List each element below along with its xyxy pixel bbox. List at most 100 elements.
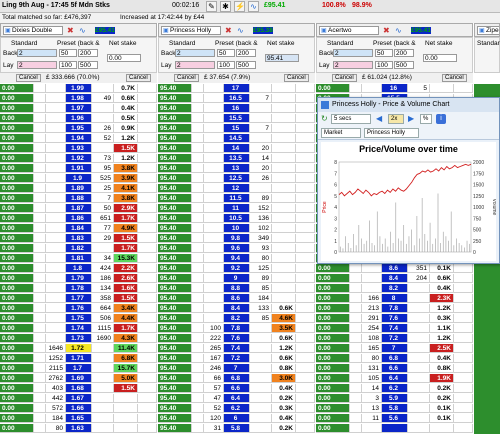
traded-volume-cell[interactable]: 0.1K [430, 414, 454, 423]
lay-volume-cell[interactable] [250, 324, 272, 333]
back-volume-cell[interactable] [204, 194, 224, 203]
ladder-row[interactable]: 0.00 1.91 95 3.8K [0, 164, 157, 173]
price-cell[interactable]: 6.6 [382, 364, 408, 373]
ladder-row[interactable]: 0.00 403 1.68 1.5K [0, 384, 157, 393]
pnl-cell[interactable]: 95.40 [158, 144, 192, 153]
traded-volume-cell[interactable]: 1.6K [114, 284, 138, 293]
lay-volume-cell[interactable]: 204 [408, 274, 430, 283]
ladder-row[interactable]: 95.40 9 89 [158, 274, 315, 283]
traded-volume-cell[interactable]: 3.8K [114, 164, 138, 173]
price-cell[interactable]: 7 [382, 344, 408, 353]
pnl-cell[interactable]: 95.40 [158, 154, 192, 163]
ladder-row[interactable]: 0.00 1.93 1.5K [0, 144, 157, 153]
ladder-row[interactable]: 0.00 105 6.4 1.9K [316, 374, 473, 383]
price-cell[interactable]: 12.5 [224, 174, 250, 183]
traded-volume-cell[interactable]: 1.2K [114, 154, 138, 163]
pnl-cell[interactable]: 0.00 [0, 284, 34, 293]
preset-b[interactable]: 200 [394, 49, 414, 57]
traded-volume-cell[interactable]: 2.9K [114, 204, 138, 213]
ladder-row[interactable]: 0.00 8.4 204 0.6K [316, 274, 473, 283]
traded-volume-cell[interactable]: 5.0K [114, 374, 138, 383]
back-volume-cell[interactable]: 572 [46, 404, 66, 413]
lay-volume-cell[interactable]: 14 [250, 154, 272, 163]
lay-volume-cell[interactable] [250, 84, 272, 93]
pnl-cell[interactable]: 0.00 [316, 354, 350, 363]
pnl-cell[interactable]: 95.40 [158, 304, 192, 313]
market-select[interactable]: Market [321, 128, 361, 138]
spacer-cell[interactable] [296, 234, 315, 243]
spacer-cell[interactable] [34, 144, 46, 153]
traded-volume-cell[interactable]: 1.5K [114, 384, 138, 393]
lay-volume-cell[interactable] [92, 404, 114, 413]
lay-volume-cell[interactable]: 34 [92, 254, 114, 263]
price-cell[interactable]: 1.7 [66, 364, 92, 373]
spacer-cell[interactable] [296, 164, 315, 173]
traded-volume-cell[interactable] [430, 84, 454, 93]
spacer-cell[interactable] [138, 204, 157, 213]
price-cell[interactable]: 1.95 [66, 124, 92, 133]
traded-volume-cell[interactable] [272, 134, 296, 143]
ladder-row[interactable]: 0.00 572 1.66 [0, 404, 157, 413]
spacer-cell[interactable] [350, 284, 362, 293]
spacer-cell[interactable] [350, 304, 362, 313]
spacer-cell[interactable] [350, 414, 362, 423]
spacer-cell[interactable] [454, 374, 473, 383]
lay-volume-cell[interactable] [250, 404, 272, 413]
price-cell[interactable]: 1.84 [66, 224, 92, 233]
spacer-cell[interactable] [296, 124, 315, 133]
back-volume-cell[interactable] [46, 194, 66, 203]
ladder-row[interactable]: 0.00 1.8 424 2.2K [0, 264, 157, 273]
ladder-row[interactable]: 95.40 11.5 89 [158, 194, 315, 203]
pnl-cell[interactable]: 0.00 [316, 404, 350, 413]
spacer-cell[interactable] [350, 344, 362, 353]
ladder-row[interactable]: 0.00 442 1.67 [0, 394, 157, 403]
price-cell[interactable]: 7.4 [224, 344, 250, 353]
traded-volume-cell[interactable]: 0.6K [272, 354, 296, 363]
lay-volume-cell[interactable]: 95 [92, 164, 114, 173]
lay-volume-cell[interactable] [250, 134, 272, 143]
lay-volume-cell[interactable] [92, 364, 114, 373]
pnl-cell[interactable]: 95.40 [158, 264, 192, 273]
ladder-row[interactable]: 0.00 2115 1.7 15.7K [0, 364, 157, 373]
spacer-cell[interactable] [138, 104, 157, 113]
ladder-row[interactable]: 95.40 14.5 [158, 134, 315, 143]
pnl-cell[interactable]: 95.40 [158, 324, 192, 333]
back-volume-cell[interactable] [46, 124, 66, 133]
preset-c[interactable]: 100 [217, 61, 235, 69]
chart-icon[interactable]: ∿ [237, 26, 244, 35]
pnl-cell[interactable]: 0.00 [316, 374, 350, 383]
spacer-cell[interactable] [350, 384, 362, 393]
price-cell[interactable]: 1.94 [66, 134, 92, 143]
traded-volume-cell[interactable]: 0.8K [272, 364, 296, 373]
price-cell[interactable]: 1.99 [66, 84, 92, 93]
lay-volume-cell[interactable]: 651 [92, 214, 114, 223]
price-cell[interactable]: 1.69 [66, 374, 92, 383]
refresh-icon[interactable]: ↻ [321, 114, 328, 123]
ladder-row[interactable]: 0.00 1.76 664 3.4K [0, 304, 157, 313]
ladder-row[interactable]: 0.00 1.87 50 2.9K [0, 204, 157, 213]
traded-volume-cell[interactable]: 4.6K [272, 314, 296, 323]
traded-volume-cell[interactable]: 1.2K [430, 334, 454, 343]
spacer-cell[interactable] [296, 274, 315, 283]
lay-volume-cell[interactable]: 7 [250, 94, 272, 103]
back-volume-cell[interactable] [204, 104, 224, 113]
price-cell[interactable]: 12 [224, 184, 250, 193]
lay-volume-cell[interactable]: 89 [250, 194, 272, 203]
preset-b[interactable]: 200 [78, 49, 98, 57]
spacer-cell[interactable] [296, 304, 315, 313]
spacer-cell[interactable] [138, 154, 157, 163]
back-volume-cell[interactable] [46, 114, 66, 123]
ladder-row[interactable]: 0.00 1.75 506 4.4K [0, 314, 157, 323]
spacer-cell[interactable] [296, 284, 315, 293]
ladder-row[interactable]: 95.40 222 7.6 0.6K [158, 334, 315, 343]
pnl-cell[interactable]: 0.00 [0, 244, 34, 253]
spacer-cell[interactable] [192, 194, 204, 203]
lay-volume-cell[interactable] [250, 184, 272, 193]
lay-volume-cell[interactable]: 5 [408, 84, 430, 93]
pnl-cell[interactable]: 95.40 [158, 174, 192, 183]
spacer-cell[interactable] [192, 174, 204, 183]
back-volume-cell[interactable] [204, 134, 224, 143]
traded-volume-cell[interactable] [272, 194, 296, 203]
spacer-cell[interactable] [34, 394, 46, 403]
cancel-button[interactable]: Cancel [332, 74, 357, 82]
